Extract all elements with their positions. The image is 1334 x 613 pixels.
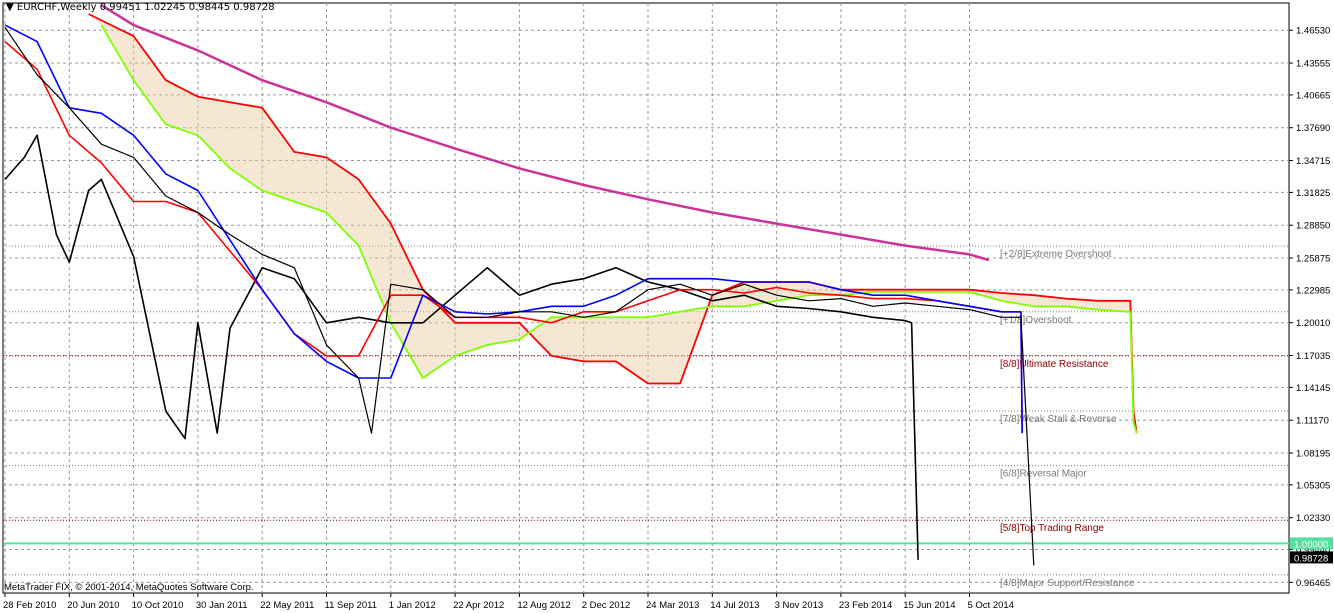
x-tick-label: 22 Apr 2012	[453, 600, 504, 611]
x-tick-label: 14 Jul 2013	[710, 600, 759, 611]
y-tick-label: 0.96465	[1296, 578, 1330, 589]
y-tick-label: 1.17035	[1296, 351, 1330, 362]
y-tick-label: 1.20010	[1296, 318, 1330, 329]
y-tick-label: 1.37690	[1296, 123, 1330, 134]
y-tick-label: 1.22985	[1296, 285, 1330, 296]
murrey-level-label: [4/8]Major Support/Resistance	[1000, 578, 1135, 589]
x-tick-label: 3 Nov 2013	[775, 600, 824, 611]
y-tick-label: 1.14145	[1296, 383, 1330, 394]
x-tick-label: 1 Jan 2012	[389, 600, 436, 611]
x-tick-label: 22 May 2011	[260, 600, 314, 611]
murrey-level-label: [8/8]Ultimate Resistance	[1000, 359, 1109, 370]
x-tick-label: 30 Jan 2011	[196, 600, 248, 611]
plot-area	[2, 2, 1290, 594]
y-tick-label: 1.31825	[1296, 188, 1330, 199]
y-axis: 1.46530 1.43555 1.40665 1.37690 1.34715 1.318…	[1289, 26, 1330, 589]
x-tick-label: 23 Feb 2014	[839, 600, 892, 611]
copyright-text: MetaTrader FIX, © 2001-2014, MetaQuotes …	[4, 582, 254, 593]
x-tick-label: 10 Oct 2010	[132, 600, 184, 611]
x-tick-label: 20 Jun 2010	[67, 600, 119, 611]
murrey-level-label: [6/8]Reversal Major	[1000, 469, 1087, 480]
murrey-level-label: [+1/8]Overshoot	[1000, 315, 1072, 326]
y-tick-label: 1.46530	[1296, 26, 1330, 37]
x-tick-label: 28 Feb 2010	[3, 600, 56, 611]
x-tick-label: 5 Oct 2014	[968, 600, 1014, 611]
murrey-level-label: [5/8]Top Trading Range	[1000, 523, 1104, 534]
x-tick-label: 12 Aug 2012	[517, 600, 570, 611]
murrey-level-label: [+2/8]Extreme Overshoot	[1000, 249, 1112, 260]
y-tick-label: 1.40665	[1296, 90, 1330, 101]
x-tick-label: 15 Jun 2014	[903, 600, 955, 611]
current-price-label: 0.98728	[1294, 553, 1328, 564]
x-axis: 28 Feb 2010 20 Jun 2010 10 Oct 2010 30 Jan …	[3, 593, 1014, 611]
symbol-title: EURCHF,Weekly	[16, 2, 97, 13]
y-tick-label: 1.11170	[1296, 416, 1329, 427]
price-chart: [+2/8]Extreme Overshoot [+1/8]Overshoot [8…	[2, 2, 1333, 611]
x-tick-label: 24 Mar 2013	[646, 600, 699, 611]
y-tick-label: 1.25875	[1296, 254, 1330, 265]
x-tick-label: 11 Sep 2011	[325, 600, 377, 611]
y-tick-label: 1.43555	[1296, 59, 1330, 70]
chart-header: ▼ EURCHF,Weekly 0.99451 1.02245 0.98445 …	[6, 2, 275, 13]
dropdown-triangle-icon[interactable]: ▼	[6, 2, 14, 13]
y-tick-label: 1.08195	[1296, 448, 1330, 459]
ohlc-values: 0.99451 1.02245 0.98445 0.98728	[99, 2, 275, 13]
y-tick-label: 1.34715	[1296, 156, 1330, 167]
y-tick-label: 1.02330	[1296, 513, 1330, 524]
y-tick-label: 1.28850	[1296, 221, 1330, 232]
horizontal-line-price-label: 1.00000	[1294, 539, 1328, 550]
x-tick-label: 2 Dec 2012	[582, 600, 631, 611]
y-tick-label: 1.05305	[1296, 480, 1330, 491]
murrey-level-label: [7/8]Weak Stall & Reverse	[1000, 414, 1117, 425]
